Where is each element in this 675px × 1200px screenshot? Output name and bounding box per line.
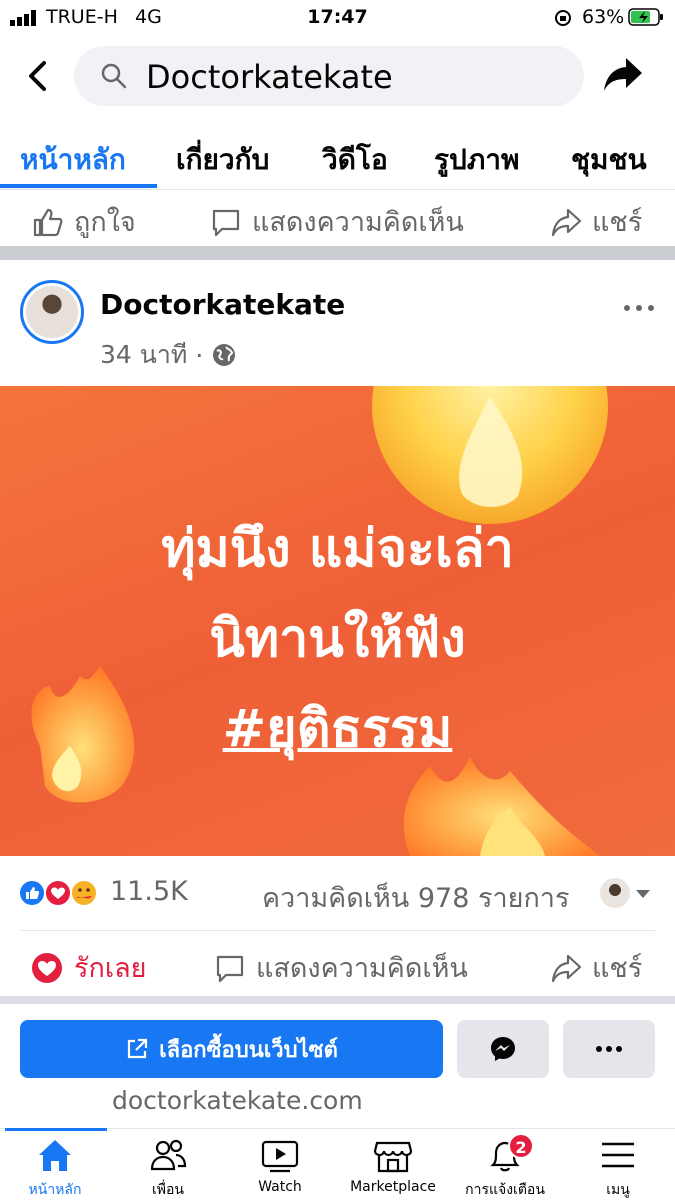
post-time-separator: · bbox=[195, 340, 204, 370]
messenger-button[interactable] bbox=[457, 1020, 549, 1078]
friends-icon bbox=[150, 1139, 187, 1171]
tab-videos[interactable]: วิดีโอ bbox=[322, 138, 388, 182]
commenter-avatar bbox=[600, 878, 630, 908]
prev-post-actions: ถูกใจ แสดงความคิดเห็น แชร์ bbox=[0, 190, 675, 246]
back-icon[interactable] bbox=[26, 60, 50, 92]
love-label: รักเลย bbox=[74, 953, 147, 984]
comment-button[interactable]: แสดงความคิดเห็น bbox=[210, 200, 464, 243]
feed-divider-2 bbox=[0, 996, 675, 1004]
share-label: แชร์ bbox=[592, 207, 643, 238]
shop-button-label: เลือกซื้อบนเว็บไซต์ bbox=[159, 1037, 338, 1063]
banner-line-2: นิทานให้ฟัง bbox=[209, 609, 466, 669]
active-nav-indicator bbox=[5, 1128, 107, 1131]
share-icon bbox=[551, 208, 582, 236]
post-time-label: 34 นาที bbox=[100, 340, 188, 369]
reaction-count: 11.5K bbox=[110, 876, 188, 907]
reactions-separator bbox=[20, 930, 655, 931]
post-comment-label: แสดงความคิดเห็น bbox=[256, 953, 468, 984]
feed-divider bbox=[0, 246, 675, 260]
nav-home-label: หน้าหลัก bbox=[28, 1182, 82, 1198]
search-text: Doctorkatekate bbox=[146, 58, 393, 96]
nav-notifications[interactable]: 2 การแจ้งเตือน bbox=[450, 1129, 560, 1200]
search-icon bbox=[101, 63, 127, 89]
search-bar[interactable]: Doctorkatekate bbox=[74, 46, 584, 106]
bottom-nav: หน้าหลัก เพื่อน Watch Marketplace 2 การแ… bbox=[0, 1128, 675, 1200]
shop-on-website-button[interactable]: เลือกซื้อบนเว็บไซต์ bbox=[20, 1020, 443, 1078]
post-share-button[interactable]: แชร์ bbox=[550, 946, 642, 989]
thumbs-up-icon bbox=[33, 208, 63, 236]
tab-community[interactable]: ชุมชน bbox=[571, 138, 647, 182]
post-image[interactable]: ทุ่มนึง แม่จะเล่า นิทานให้ฟัง #ยุติธรรม bbox=[0, 386, 675, 856]
nav-marketplace-label: Marketplace bbox=[350, 1179, 436, 1195]
share-icon bbox=[551, 954, 582, 982]
nav-menu-label: เมนู bbox=[606, 1182, 630, 1198]
nav-friends[interactable]: เพื่อน bbox=[113, 1129, 223, 1200]
clock: 17:47 bbox=[307, 6, 368, 28]
status-bar: TRUE-H 4G 17:47 63% bbox=[0, 0, 675, 36]
share-page-icon[interactable] bbox=[602, 56, 644, 94]
post-options-button[interactable] bbox=[623, 286, 655, 321]
notification-badge: 2 bbox=[508, 1133, 534, 1159]
tab-about[interactable]: เกี่ยวกับ bbox=[176, 138, 269, 182]
nav-marketplace[interactable]: Marketplace bbox=[338, 1129, 448, 1200]
tab-home[interactable]: หน้าหลัก bbox=[20, 138, 126, 182]
reaction-summary[interactable]: 11.5K ความคิดเห็น 978 รายการ bbox=[0, 870, 675, 918]
nav-watch[interactable]: Watch bbox=[225, 1129, 335, 1200]
tab-photos[interactable]: รูปภาพ bbox=[434, 138, 519, 182]
external-link-icon bbox=[127, 1038, 148, 1059]
comment-icon bbox=[212, 209, 240, 236]
heart-icon bbox=[32, 952, 62, 983]
nav-notifications-label: การแจ้งเตือน bbox=[465, 1182, 545, 1198]
like-label: ถูกใจ bbox=[74, 207, 136, 238]
page-tabs: หน้าหลัก เกี่ยวกับ วิดีโอ รูปภาพ ชุมชน bbox=[0, 118, 675, 190]
share-button[interactable]: แชร์ bbox=[550, 200, 642, 243]
messenger-icon bbox=[491, 1037, 515, 1061]
post-actions: รักเลย แสดงความคิดเห็น แชร์ bbox=[0, 936, 675, 992]
reaction-icons bbox=[18, 879, 98, 907]
comment-count[interactable]: ความคิดเห็น 978 รายการ bbox=[262, 876, 569, 919]
post-page-name[interactable]: Doctorkatekate bbox=[100, 288, 345, 321]
comment-label: แสดงความคิดเห็น bbox=[252, 207, 464, 238]
caret-down-icon[interactable] bbox=[634, 888, 652, 900]
nav-watch-label: Watch bbox=[258, 1179, 302, 1195]
like-button[interactable]: ถูกใจ bbox=[32, 200, 136, 243]
love-button[interactable]: รักเลย bbox=[30, 946, 146, 989]
watch-icon bbox=[261, 1140, 299, 1173]
home-icon bbox=[39, 1140, 71, 1171]
banner-line-1: ทุ่มนึง แม่จะเล่า bbox=[161, 519, 514, 579]
post-timestamp[interactable]: 34 นาที · bbox=[100, 335, 237, 375]
orientation-lock-icon bbox=[555, 10, 571, 26]
more-icon bbox=[596, 1046, 622, 1052]
nav-menu[interactable]: เมนู bbox=[563, 1129, 673, 1200]
battery-icon bbox=[628, 8, 663, 26]
post-comment-button[interactable]: แสดงความคิดเห็น bbox=[214, 946, 468, 989]
post-share-label: แชร์ bbox=[592, 953, 643, 984]
marketplace-icon bbox=[373, 1141, 413, 1173]
menu-icon bbox=[602, 1142, 634, 1168]
nav-friends-label: เพื่อน bbox=[152, 1182, 184, 1198]
battery-percent: 63% bbox=[582, 6, 625, 28]
nav-home[interactable]: หน้าหลัก bbox=[0, 1129, 110, 1200]
website-url[interactable]: doctorkatekate.com bbox=[112, 1086, 363, 1115]
comment-icon bbox=[216, 955, 244, 982]
globe-icon bbox=[213, 344, 236, 366]
active-tab-indicator bbox=[0, 184, 157, 188]
more-options-button[interactable] bbox=[563, 1020, 655, 1078]
banner-hashtag[interactable]: #ยุติธรรม bbox=[0, 686, 675, 769]
more-icon bbox=[624, 305, 654, 311]
avatar[interactable] bbox=[20, 280, 84, 344]
